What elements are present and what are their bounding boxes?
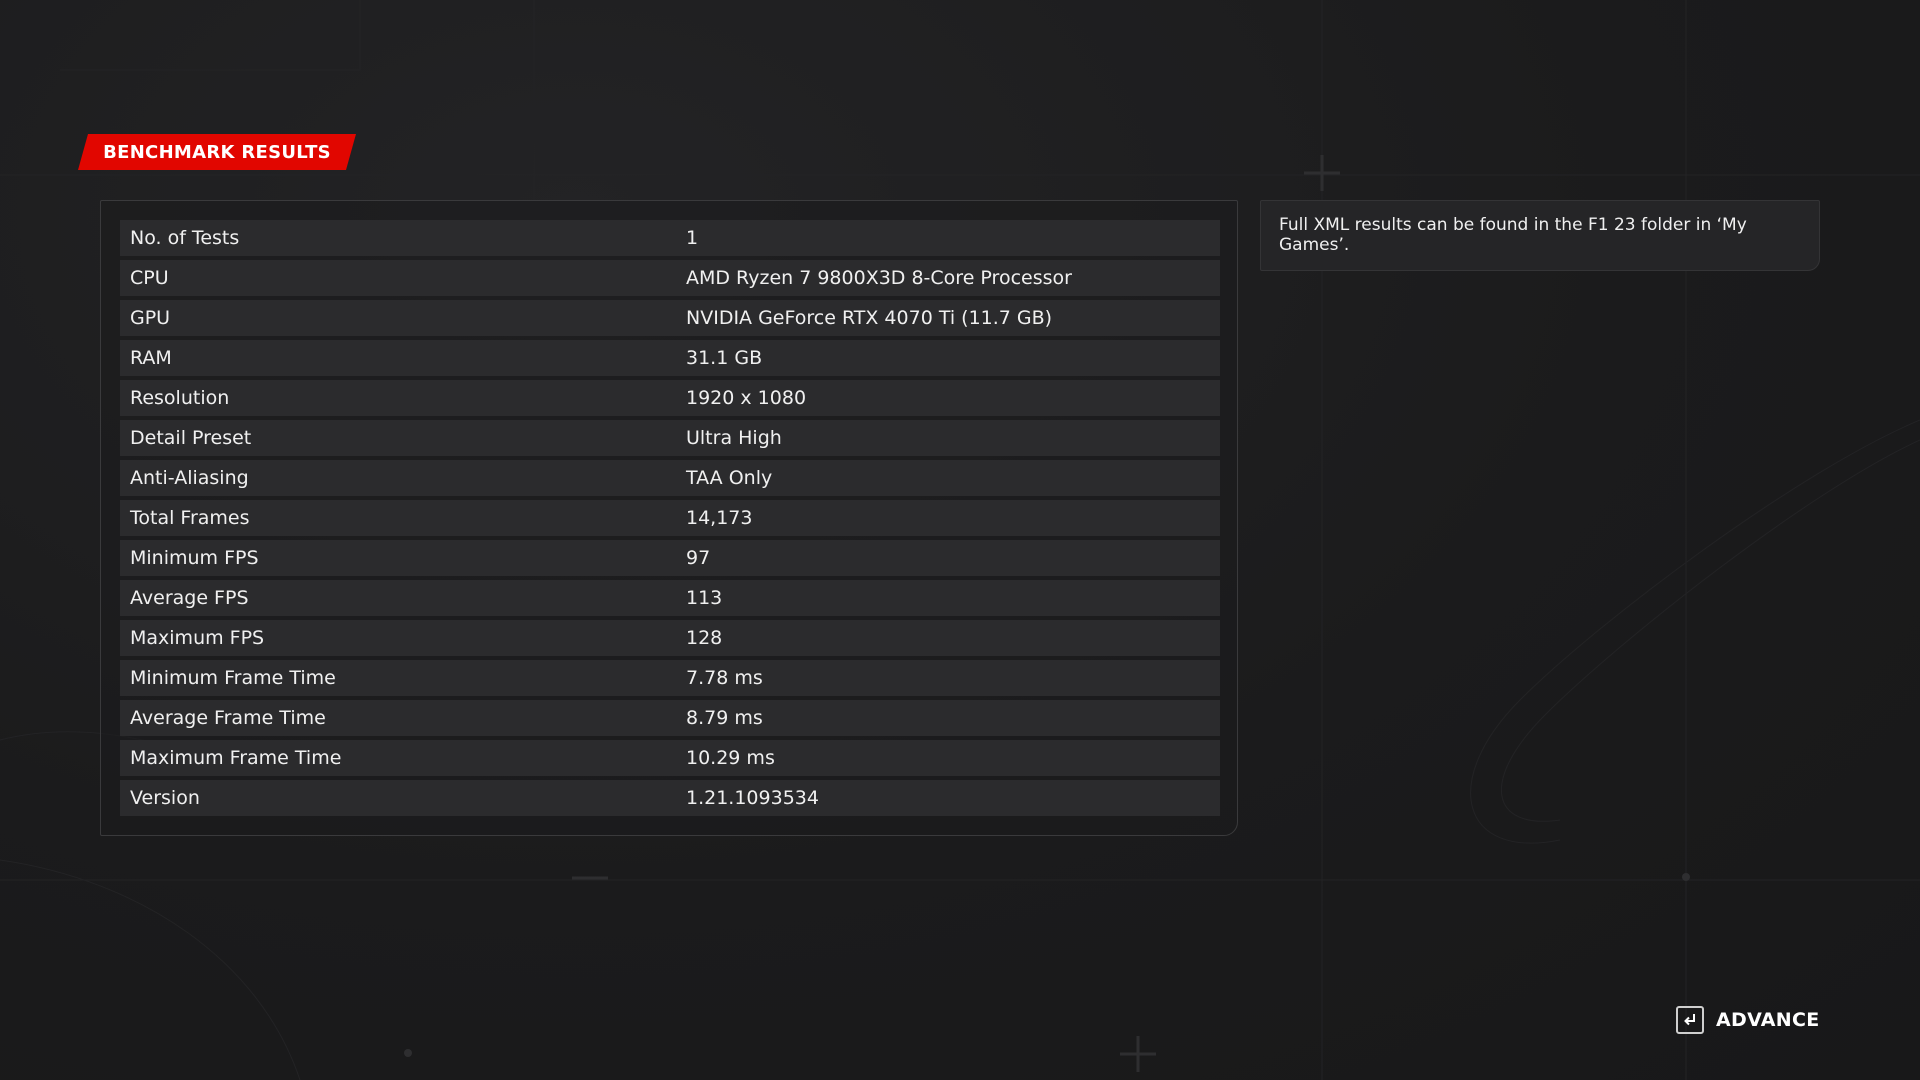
result-row: Minimum FPS 97 <box>120 540 1220 576</box>
result-row: Average FPS 113 <box>120 580 1220 616</box>
result-row: Version 1.21.1093534 <box>120 780 1220 816</box>
result-row: Resolution 1920 x 1080 <box>120 380 1220 416</box>
result-label: Resolution <box>130 387 230 409</box>
result-value: 1.21.1093534 <box>686 787 819 809</box>
result-value: 31.1 GB <box>686 347 763 369</box>
result-row: Average Frame Time 8.79 ms <box>120 700 1220 736</box>
results-table: No. of Tests 1 CPU AMD Ryzen 7 9800X3D 8-Co… <box>120 220 1220 820</box>
result-row: GPU NVIDIA GeForce RTX 4070 Ti (11.7 GB) <box>120 300 1220 336</box>
result-label: Maximum FPS <box>130 627 265 649</box>
result-value: 8.79 ms <box>686 707 763 729</box>
result-label: Minimum FPS <box>130 547 259 569</box>
result-value: NVIDIA GeForce RTX 4070 Ti (11.7 GB) <box>686 307 1053 329</box>
result-value: 7.78 ms <box>686 667 763 689</box>
result-value: 1 <box>686 227 699 249</box>
result-label: Average Frame Time <box>130 707 326 729</box>
result-value: TAA Only <box>686 467 773 489</box>
page-title-tag: BENCHMARK RESULTS <box>78 134 356 170</box>
result-label: No. of Tests <box>130 227 240 249</box>
benchmark-screen: BENCHMARK RESULTS No. of Tests 1 CPU AMD Ry… <box>0 0 1920 1080</box>
result-row: Anti-Aliasing TAA Only <box>120 460 1220 496</box>
result-label: RAM <box>130 347 172 369</box>
result-value: 1920 x 1080 <box>686 387 807 409</box>
result-label: Version <box>130 787 200 809</box>
info-box: Full XML results can be found in the F1 … <box>1260 200 1820 271</box>
result-row: Maximum Frame Time 10.29 ms <box>120 740 1220 776</box>
result-row: Minimum Frame Time 7.78 ms <box>120 660 1220 696</box>
result-row: No. of Tests 1 <box>120 220 1220 256</box>
result-row: RAM 31.1 GB <box>120 340 1220 376</box>
result-label: Total Frames <box>130 507 250 529</box>
result-row: CPU AMD Ryzen 7 9800X3D 8-Core Processor <box>120 260 1220 296</box>
result-value: Ultra High <box>686 427 782 449</box>
result-label: Maximum Frame Time <box>130 747 342 769</box>
result-label: CPU <box>130 267 169 289</box>
result-value: 128 <box>686 627 723 649</box>
result-value: 14,173 <box>686 507 753 529</box>
result-label: Minimum Frame Time <box>130 667 336 689</box>
result-value: 97 <box>686 547 711 569</box>
result-row: Total Frames 14,173 <box>120 500 1220 536</box>
result-label: Detail Preset <box>130 427 252 449</box>
page-title: BENCHMARK RESULTS <box>103 141 331 163</box>
result-label: Average FPS <box>130 587 249 609</box>
results-panel: No. of Tests 1 CPU AMD Ryzen 7 9800X3D 8-Co… <box>100 200 1238 836</box>
result-row: Detail Preset Ultra High <box>120 420 1220 456</box>
info-text: Full XML results can be found in the F1 … <box>1279 215 1747 255</box>
result-row: Maximum FPS 128 <box>120 620 1220 656</box>
result-label: Anti-Aliasing <box>130 467 249 489</box>
advance-button[interactable]: ADVANCE <box>1676 1004 1820 1036</box>
result-value: 113 <box>686 587 723 609</box>
advance-label: ADVANCE <box>1716 1009 1820 1031</box>
enter-key-icon <box>1676 1006 1704 1034</box>
result-value: 10.29 ms <box>686 747 775 769</box>
result-value: AMD Ryzen 7 9800X3D 8-Core Processor <box>686 267 1072 289</box>
result-label: GPU <box>130 307 171 329</box>
